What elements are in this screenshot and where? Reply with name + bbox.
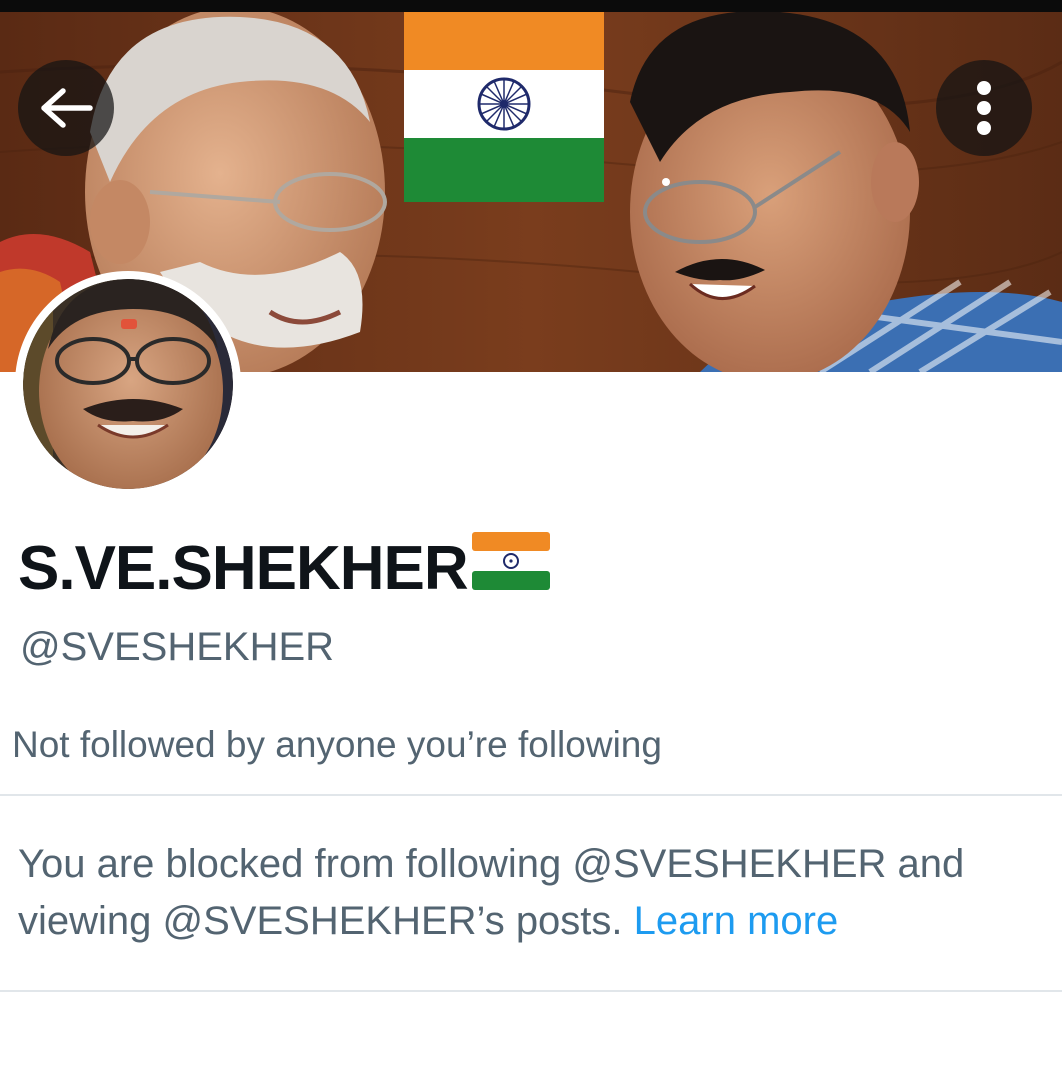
- vertical-dots-icon: [977, 81, 991, 135]
- divider: [0, 794, 1062, 796]
- display-name-text: S.VE.SHEKHER: [18, 534, 469, 603]
- banner-flag: [404, 12, 604, 202]
- learn-more-link[interactable]: Learn more: [634, 899, 839, 943]
- followers-you-know-note: Not followed by anyone you’re following: [12, 724, 662, 765]
- avatar-photo: [23, 279, 233, 489]
- profile-display-name: S.VE.SHEKHER: [18, 532, 550, 606]
- more-options-button[interactable]: [936, 60, 1032, 156]
- blocked-notice: You are blocked from following @SVESHEKH…: [18, 836, 1048, 950]
- avatar[interactable]: [15, 271, 241, 497]
- profile-handle: @SVESHEKHER: [20, 625, 335, 669]
- arrow-left-icon: [41, 88, 93, 128]
- status-bar-edge: [0, 0, 1062, 12]
- flag-india-icon: [471, 532, 550, 606]
- back-button[interactable]: [18, 60, 114, 156]
- divider: [0, 990, 1062, 992]
